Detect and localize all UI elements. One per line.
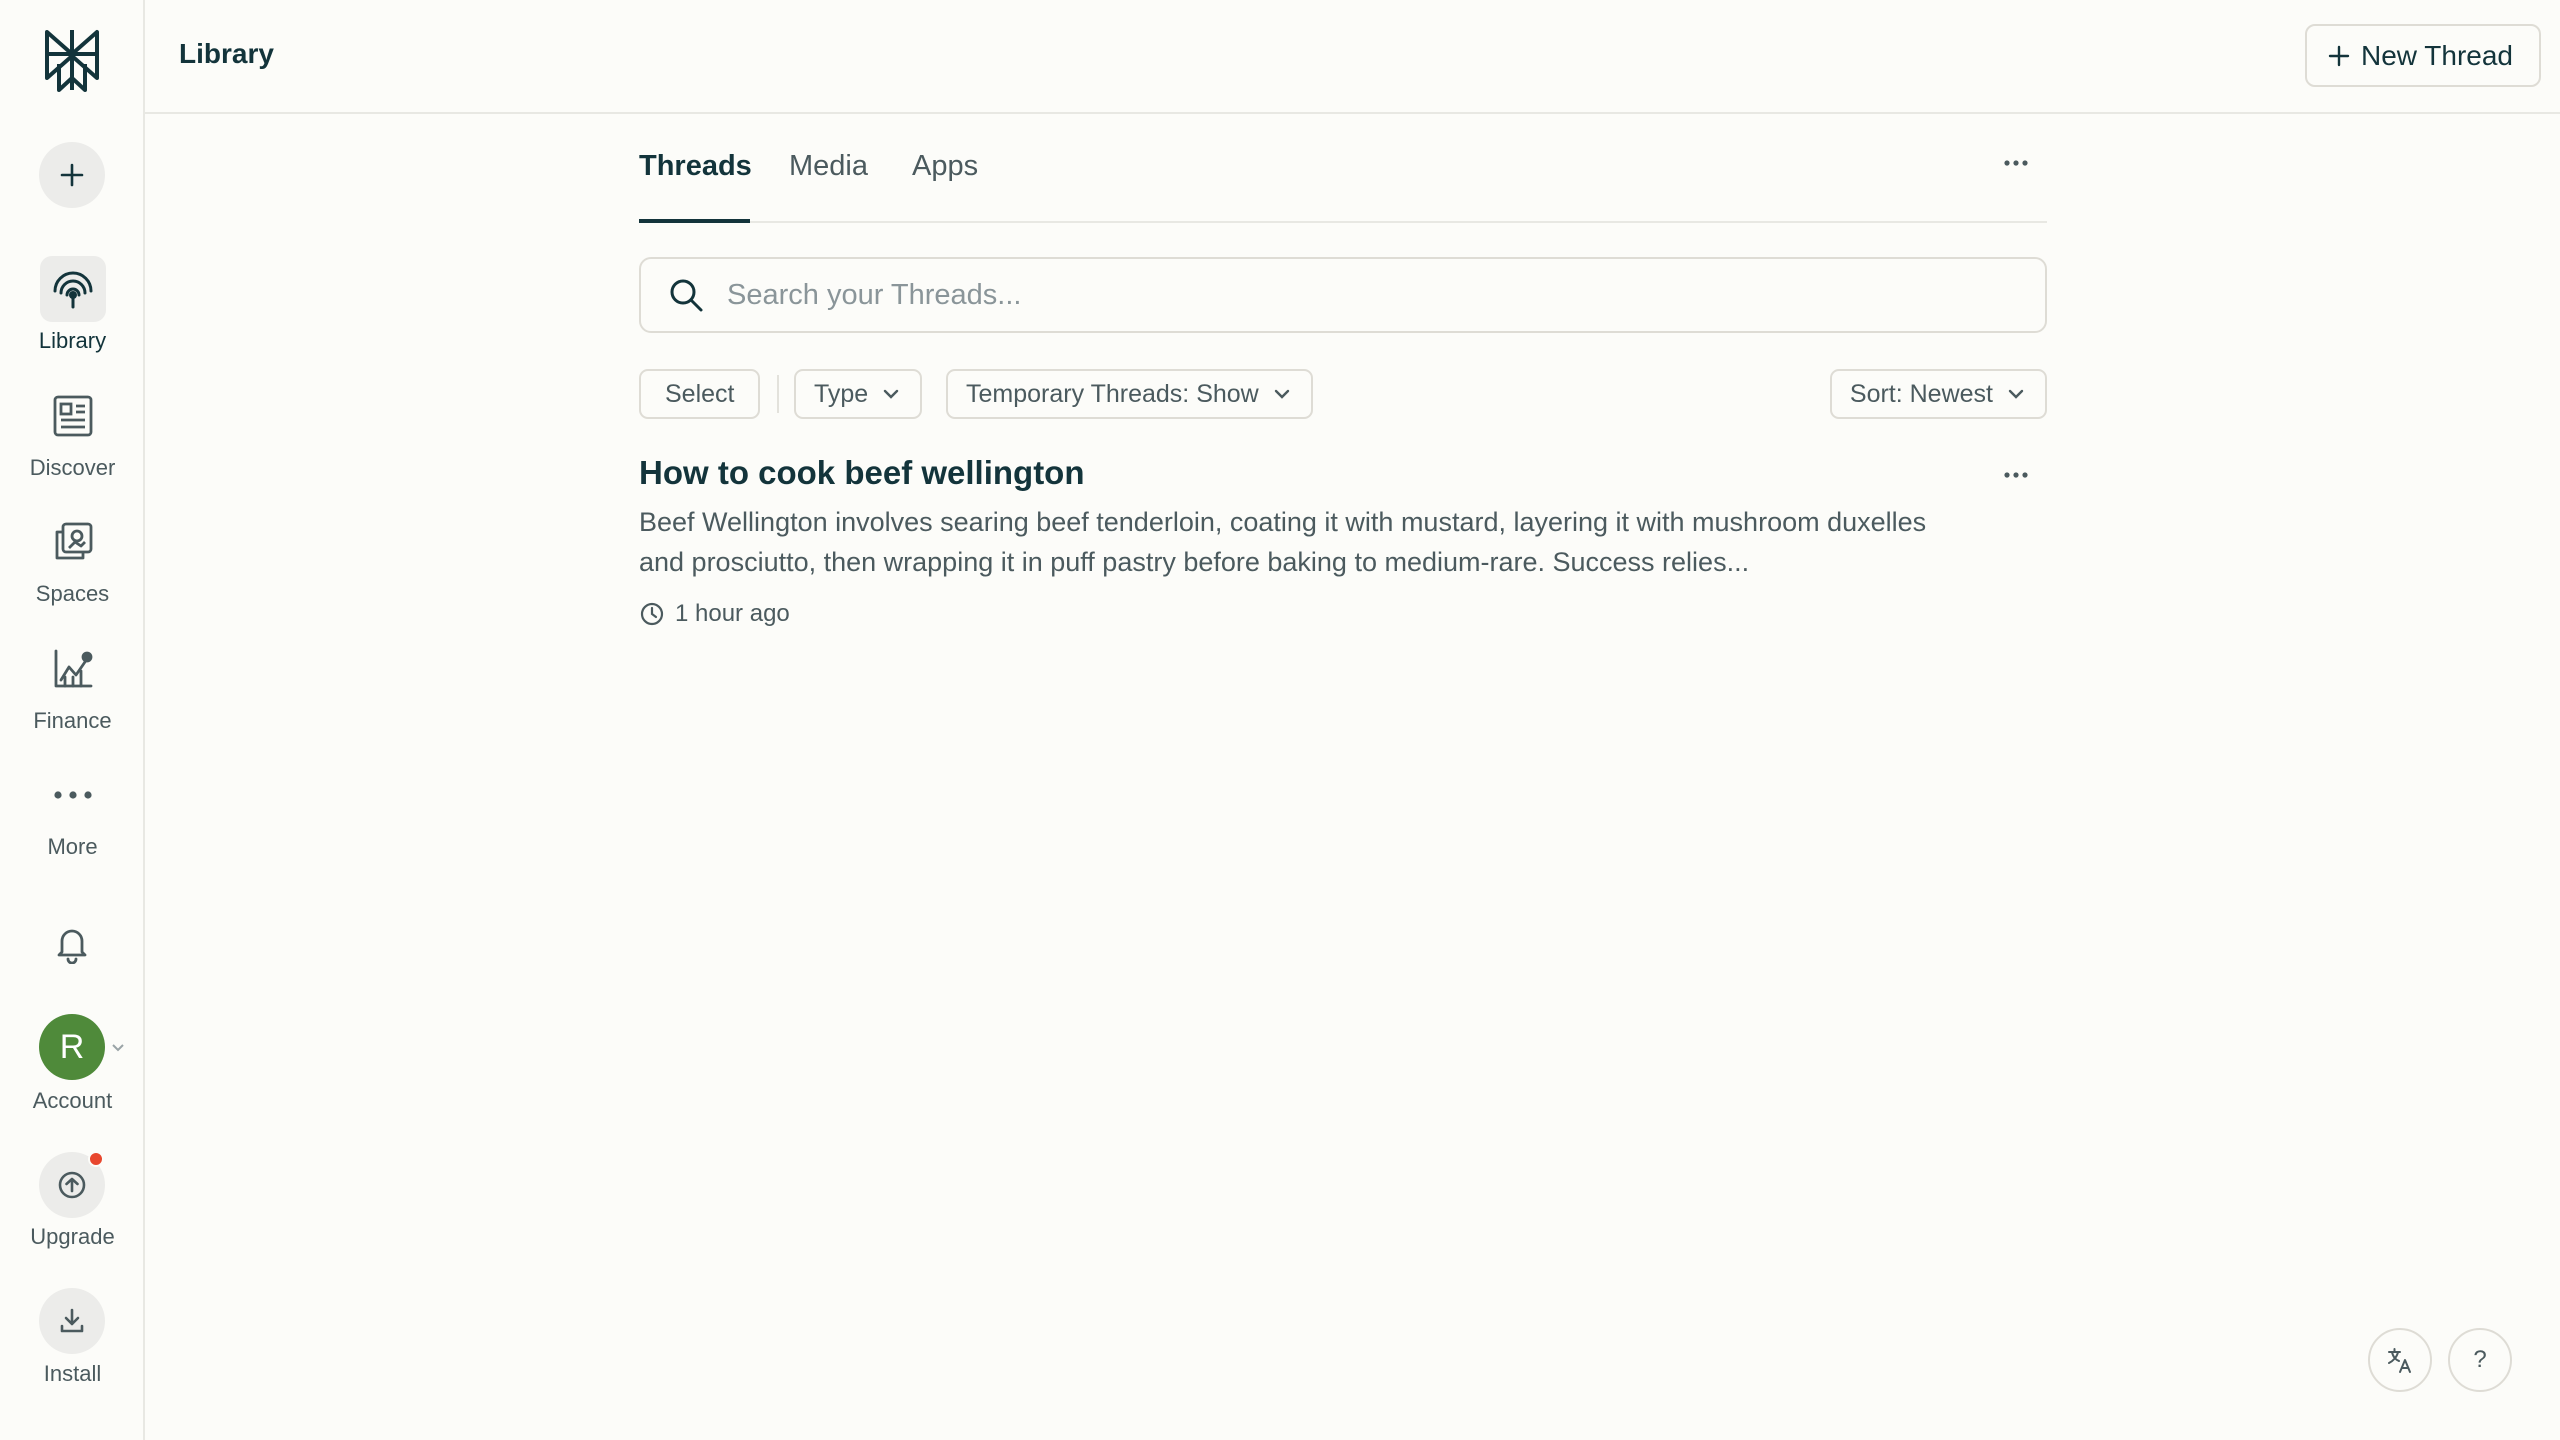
- thread-options-icon[interactable]: [2003, 470, 2029, 480]
- type-filter-dropdown[interactable]: Type: [794, 369, 923, 419]
- chevron-down-icon: [884, 389, 899, 399]
- plus-icon: [60, 163, 84, 187]
- thread-timestamp: 1 hour ago: [639, 600, 2047, 628]
- notification-bell-icon[interactable]: [52, 924, 92, 965]
- sidebar: Library Discover Spaces Finance More R A…: [0, 0, 145, 1440]
- tab-media[interactable]: Media: [789, 150, 868, 183]
- select-label: Select: [665, 379, 735, 408]
- sort-label: Sort: Newest: [1849, 379, 1993, 408]
- sidebar-item-library[interactable]: Library: [0, 256, 145, 355]
- discover-icon: [40, 383, 106, 449]
- tab-threads[interactable]: Threads: [639, 150, 752, 183]
- install-label: Install: [43, 1361, 102, 1386]
- active-tab-indicator: [639, 219, 750, 223]
- thread-time: 1 hour ago: [675, 600, 790, 627]
- clock-icon: [640, 602, 664, 626]
- more-options-icon[interactable]: [2003, 158, 2029, 168]
- library-main: Threads Media Apps Select Type Temporary…: [639, 114, 2047, 627]
- library-icon: [39, 256, 106, 322]
- language-button[interactable]: [2368, 1328, 2432, 1392]
- sidebar-item-label: Finance: [33, 708, 112, 733]
- temporary-threads-label: Temporary Threads: Show: [966, 379, 1259, 408]
- sidebar-item-discover[interactable]: Discover: [0, 383, 145, 482]
- install-button[interactable]: [39, 1288, 105, 1354]
- thread-snippet: Beef Wellington involves searing beef te…: [639, 507, 1927, 577]
- filter-bar: Select Type Temporary Threads: Show Sort…: [639, 369, 2047, 419]
- plus-icon: [2328, 45, 2350, 66]
- search-input[interactable]: [725, 277, 1925, 313]
- thread-list-item[interactable]: How to cook beef wellington Beef Welling…: [639, 452, 2047, 628]
- select-button[interactable]: Select: [639, 369, 761, 419]
- finance-icon: [40, 636, 106, 702]
- more-dots-icon: [40, 762, 106, 828]
- help-icon: ?: [2473, 1346, 2487, 1373]
- new-thread-button[interactable]: New Thread: [2304, 24, 2541, 87]
- type-filter-label: Type: [814, 379, 869, 408]
- sidebar-item-label: Discover: [29, 455, 116, 480]
- account-label: Account: [32, 1088, 113, 1113]
- chevron-down-icon[interactable]: [110, 1040, 126, 1054]
- new-thread-label: New Thread: [2360, 39, 2513, 71]
- spaces-icon: [40, 509, 106, 575]
- sort-dropdown[interactable]: Sort: Newest: [1829, 369, 2047, 419]
- perplexity-logo-icon[interactable]: [39, 26, 105, 94]
- notification-dot: [88, 1151, 104, 1167]
- sidebar-item-label: Library: [38, 328, 107, 353]
- temporary-threads-dropdown[interactable]: Temporary Threads: Show: [946, 369, 1313, 419]
- page-title: Library: [179, 38, 274, 69]
- translate-icon: [2388, 1348, 2411, 1373]
- help-button[interactable]: ?: [2448, 1328, 2512, 1392]
- sidebar-item-label: More: [47, 834, 98, 859]
- sidebar-item-finance[interactable]: Finance: [0, 636, 145, 735]
- chevron-down-icon: [1274, 389, 1289, 399]
- thread-title[interactable]: How to cook beef wellington: [639, 452, 2047, 494]
- search-box[interactable]: [639, 257, 2047, 333]
- chevron-down-icon: [2008, 389, 2024, 399]
- sidebar-item-label: Spaces: [35, 581, 110, 606]
- top-header: Library New Thread: [145, 0, 2560, 114]
- download-icon: [60, 1308, 84, 1333]
- sidebar-item-more[interactable]: More: [0, 762, 145, 861]
- avatar[interactable]: R: [39, 1014, 105, 1080]
- upgrade-label: Upgrade: [30, 1224, 115, 1249]
- search-icon: [670, 279, 703, 312]
- upgrade-arrow-icon: [58, 1171, 86, 1199]
- new-thread-circle-button[interactable]: [39, 142, 105, 208]
- tab-apps[interactable]: Apps: [912, 150, 978, 183]
- tab-bar: Threads Media Apps: [639, 114, 2047, 223]
- filter-divider: [777, 375, 779, 413]
- sidebar-item-spaces[interactable]: Spaces: [0, 509, 145, 608]
